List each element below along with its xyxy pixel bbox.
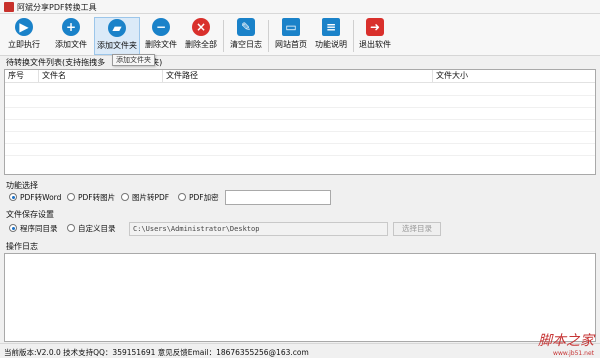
radio-image-to-pdf[interactable]: 图片转PDF <box>121 192 169 204</box>
log-label: 操作日志 <box>6 242 38 251</box>
function-select-label: 功能选择 <box>6 181 38 190</box>
row-divider <box>5 131 595 132</box>
tooltip: 添加文件夹 <box>112 54 155 66</box>
monitor-icon: ▭ <box>282 18 300 36</box>
delete-all-button[interactable]: × 删除全部 <box>183 17 219 55</box>
document-icon: ≡ <box>322 18 340 36</box>
toolbar-separator <box>268 20 269 52</box>
add-icon: + <box>62 18 80 36</box>
file-list-table[interactable]: 序号 文件名 文件路径 文件大小 <box>4 69 596 175</box>
delete-file-button[interactable]: − 删除文件 <box>143 17 179 55</box>
website-button[interactable]: ▭ 网站首页 <box>273 17 309 55</box>
row-divider <box>5 143 595 144</box>
play-icon: ▶ <box>15 18 33 36</box>
brush-icon: ✎ <box>237 18 255 36</box>
watermark-sub: www.jb51.net <box>553 350 594 357</box>
help-button[interactable]: ≡ 功能说明 <box>313 17 349 55</box>
execute-button[interactable]: ▶ 立即执行 <box>6 17 42 55</box>
save-settings-label: 文件保存设置 <box>6 210 54 219</box>
minus-icon: − <box>152 18 170 36</box>
add-file-button[interactable]: + 添加文件 <box>53 17 89 55</box>
clear-log-button[interactable]: ✎ 清空日志 <box>228 17 264 55</box>
row-divider <box>5 95 595 96</box>
radio-pdf-to-image[interactable]: PDF转图片 <box>67 192 115 204</box>
column-header-index[interactable]: 序号 <box>5 70 39 82</box>
password-input[interactable] <box>225 190 331 205</box>
select-directory-button[interactable]: 选择目录 <box>393 222 441 236</box>
log-textarea[interactable] <box>4 253 596 342</box>
radio-pdf-to-word[interactable]: PDF转Word <box>9 192 61 204</box>
column-header-filename[interactable]: 文件名 <box>39 70 163 82</box>
title-bar: 阿斌分享PDF转换工具 <box>0 0 600 14</box>
window-title: 阿斌分享PDF转换工具 <box>17 3 97 12</box>
column-header-filesize[interactable]: 文件大小 <box>433 70 593 82</box>
exit-button[interactable]: ➜ 退出软件 <box>357 17 393 55</box>
radio-custom-directory[interactable]: 自定义目录 <box>67 223 116 235</box>
row-divider <box>5 107 595 108</box>
watermark-main: 脚本之家 <box>538 333 594 349</box>
exit-icon: ➜ <box>366 18 384 36</box>
folder-icon: ▰ <box>108 19 126 37</box>
radio-pdf-encrypt[interactable]: PDF加密 <box>178 192 219 204</box>
column-header-filepath[interactable]: 文件路径 <box>163 70 433 82</box>
delete-all-icon: × <box>192 18 210 36</box>
row-divider <box>5 155 595 156</box>
toolbar-separator <box>353 20 354 52</box>
row-divider <box>5 119 595 120</box>
status-text: 当前版本:V2.0.0 技术支持QQ：359151691 意见反馈Email：1… <box>4 348 309 357</box>
toolbar-separator <box>223 20 224 52</box>
app-icon <box>4 2 14 12</box>
add-folder-button[interactable]: ▰ 添加文件夹 <box>94 17 140 55</box>
header-divider <box>5 82 595 83</box>
watermark: 脚本之家 www.jb51.net <box>538 330 594 357</box>
save-path-input[interactable]: C:\Users\Administrator\Desktop <box>129 222 388 236</box>
toolbar: ▶ 立即执行 + 添加文件 ▰ 添加文件夹 − 删除文件 × 删除全部 ✎ 清空… <box>0 14 600 56</box>
status-bar: 当前版本:V2.0.0 技术支持QQ：359151691 意见反馈Email：1… <box>0 343 600 358</box>
radio-program-directory[interactable]: 程序同目录 <box>9 223 58 235</box>
